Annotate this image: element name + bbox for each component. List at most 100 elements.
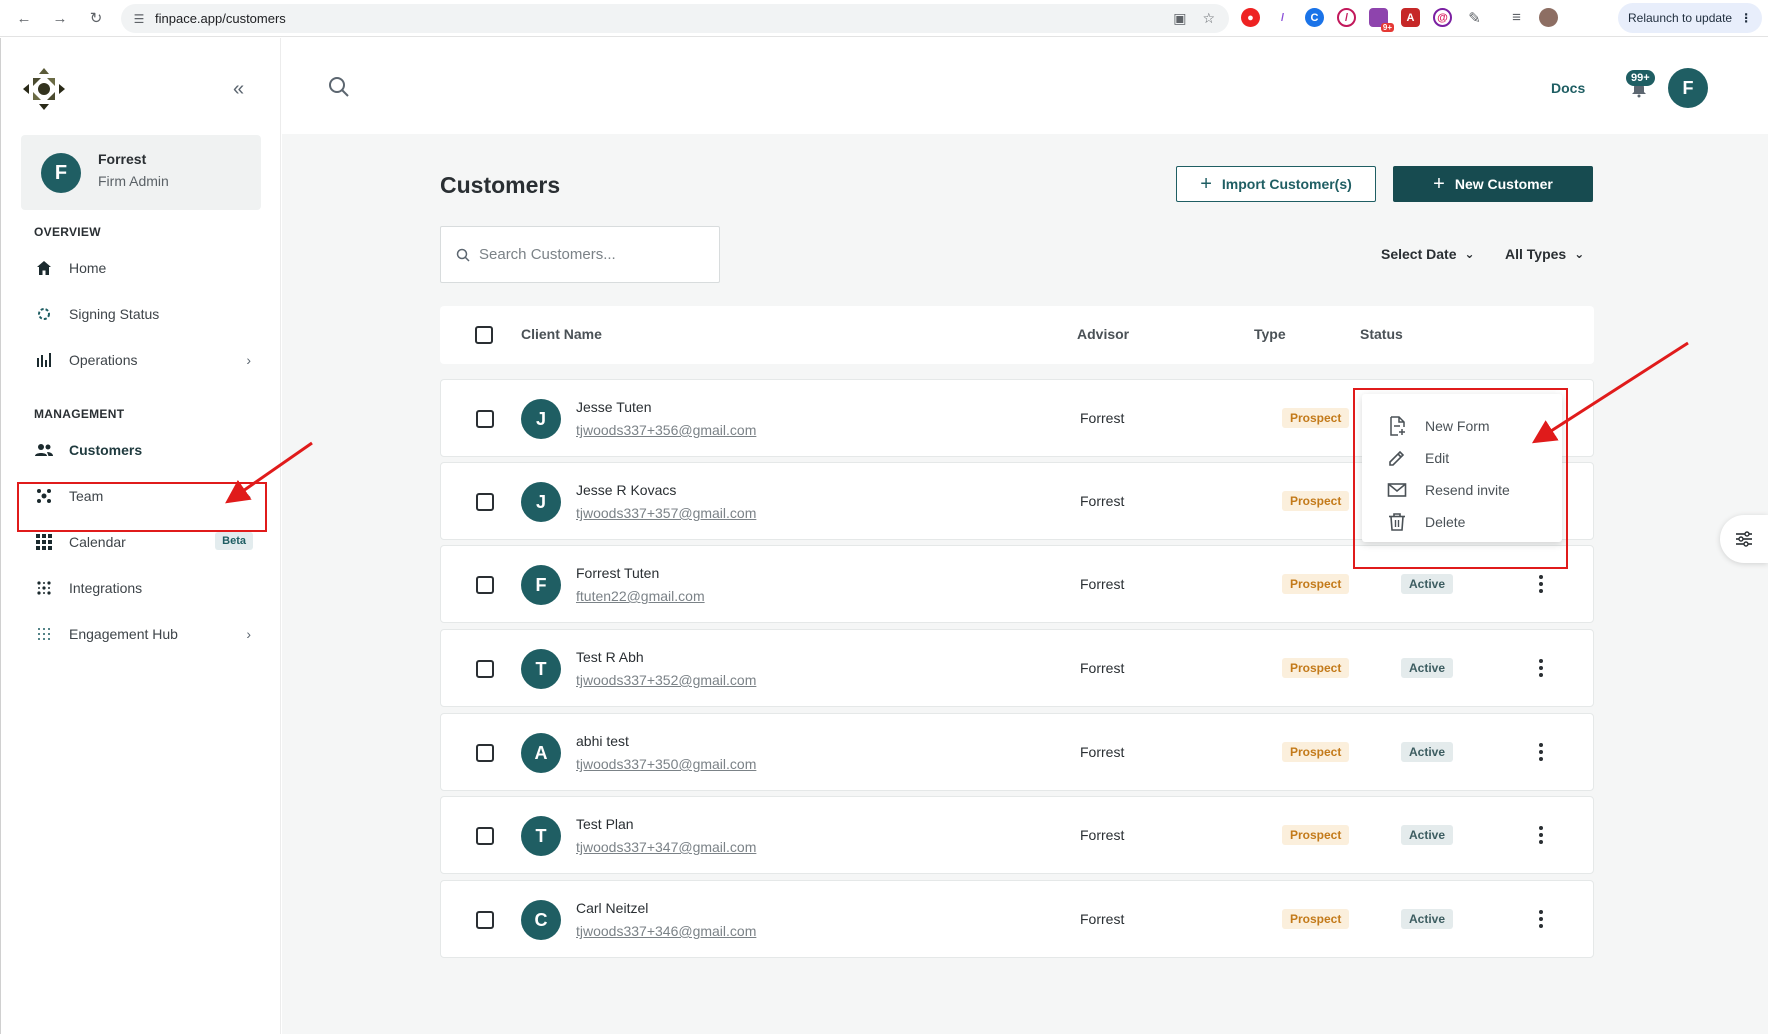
search-customers-input[interactable]: [479, 246, 699, 263]
forward-icon[interactable]: →: [49, 7, 71, 29]
avatar: J: [521, 482, 561, 522]
import-customers-button[interactable]: + Import Customer(s): [1176, 166, 1376, 202]
beta-badge: Beta: [215, 532, 253, 550]
reload-icon[interactable]: ↻: [85, 7, 107, 29]
badge-extension-icon[interactable]: 9+: [1369, 8, 1394, 32]
adblock-extension-icon[interactable]: ●: [1241, 8, 1260, 27]
grid-icon: [35, 533, 53, 551]
profile-card[interactable]: F Forrest Firm Admin: [21, 135, 261, 210]
browser-toolbar: ← → ↻ ☰ finpace.app/customers ▣ ☆ ● / C …: [0, 0, 1768, 37]
status-badge: Active: [1401, 825, 1454, 845]
advisor-name: Forrest: [1080, 410, 1125, 426]
client-name: Test Plan: [576, 816, 634, 832]
type-badge: Prospect: [1282, 909, 1350, 929]
address-bar[interactable]: ☰ finpace.app/customers ▣ ☆: [121, 4, 1229, 33]
install-app-icon[interactable]: ▣: [1173, 10, 1186, 27]
users-icon: [35, 441, 53, 459]
client-email-link[interactable]: tjwoods337+350@gmail.com: [576, 756, 756, 772]
top-header: Docs 99+ F: [282, 38, 1768, 134]
search-customers-field[interactable]: [440, 226, 720, 283]
table-row[interactable]: A abhi test tjwoods337+350@gmail.com For…: [440, 713, 1594, 791]
profile-picture-icon[interactable]: [1539, 8, 1558, 27]
extension-badge: 9+: [1380, 23, 1394, 32]
relaunch-button[interactable]: Relaunch to update ⋮: [1618, 3, 1762, 33]
advisor-name: Forrest: [1080, 911, 1125, 927]
row-checkbox[interactable]: [476, 493, 494, 511]
status-badge: Active: [1401, 574, 1454, 594]
status-badge: Active: [1401, 909, 1454, 929]
pdf-extension-icon[interactable]: A: [1401, 8, 1420, 27]
select-all-checkbox[interactable]: [475, 326, 493, 344]
column-client-name[interactable]: Client Name: [521, 326, 602, 342]
search-icon[interactable]: [328, 76, 350, 98]
column-advisor[interactable]: Advisor: [1077, 326, 1129, 342]
client-email-link[interactable]: tjwoods337+347@gmail.com: [576, 839, 756, 855]
avatar: T: [521, 649, 561, 689]
select-date-dropdown[interactable]: Select Date ⌄: [1381, 246, 1475, 262]
client-name: Jesse R Kovacs: [576, 482, 677, 498]
row-actions-menu-icon[interactable]: [1535, 572, 1547, 596]
client-email-link[interactable]: tjwoods337+357@gmail.com: [576, 505, 756, 521]
media-list-icon[interactable]: ≡: [1507, 8, 1526, 27]
sidebar-item-label: Calendar: [69, 534, 126, 550]
avatar: C: [521, 900, 561, 940]
sidebar-item-label: Integrations: [69, 580, 143, 596]
back-icon[interactable]: ←: [13, 7, 35, 29]
type-badge: Prospect: [1282, 491, 1350, 511]
puzzle-extension-icon[interactable]: ✎: [1465, 8, 1484, 27]
status-badge: Active: [1401, 742, 1454, 762]
pen-extension-icon[interactable]: /: [1273, 8, 1292, 27]
extensions-bar: ● / C / 9+ A @ ✎ ≡: [1241, 8, 1558, 32]
new-customer-button[interactable]: + New Customer: [1393, 166, 1593, 202]
row-actions-menu-icon[interactable]: [1535, 907, 1547, 931]
table-row[interactable]: T Test R Abh tjwoods337+352@gmail.com Fo…: [440, 629, 1594, 707]
advisor-name: Forrest: [1080, 493, 1125, 509]
type-badge: Prospect: [1282, 742, 1350, 762]
site-settings-icon[interactable]: ☰: [132, 12, 146, 26]
table-row[interactable]: T Test Plan tjwoods337+347@gmail.com For…: [440, 796, 1594, 874]
row-checkbox[interactable]: [476, 410, 494, 428]
row-checkbox[interactable]: [476, 827, 494, 845]
table-row[interactable]: C Carl Neitzel tjwoods337+346@gmail.com …: [440, 880, 1594, 958]
user-avatar[interactable]: F: [1668, 68, 1708, 108]
type-badge: Prospect: [1282, 825, 1350, 845]
row-checkbox[interactable]: [476, 660, 494, 678]
customize-panel-button[interactable]: [1720, 515, 1768, 563]
blue-extension-icon[interactable]: C: [1305, 8, 1324, 27]
sidebar-item-signing-status[interactable]: Signing Status: [21, 294, 261, 334]
block-extension-icon[interactable]: /: [1337, 8, 1356, 27]
import-customers-label: Import Customer(s): [1221, 176, 1352, 192]
all-types-dropdown[interactable]: All Types ⌄: [1505, 246, 1584, 262]
sidebar-item-customers[interactable]: Customers: [21, 430, 261, 470]
sidebar-item-home[interactable]: Home: [21, 248, 261, 288]
collapse-sidebar-icon[interactable]: «: [233, 78, 244, 101]
sidebar-item-operations[interactable]: Operations ›: [21, 340, 261, 380]
avatar: F: [521, 565, 561, 605]
column-status[interactable]: Status: [1360, 326, 1403, 342]
client-email-link[interactable]: tjwoods337+346@gmail.com: [576, 923, 756, 939]
row-actions-menu-icon[interactable]: [1535, 656, 1547, 680]
sidebar-item-label: Customers: [69, 442, 143, 458]
chevron-right-icon: ›: [246, 352, 251, 368]
row-checkbox[interactable]: [476, 911, 494, 929]
all-types-label: All Types: [1505, 246, 1567, 262]
advisor-name: Forrest: [1080, 827, 1125, 843]
client-email-link[interactable]: tjwoods337+356@gmail.com: [576, 422, 756, 438]
row-actions-menu-icon[interactable]: [1535, 823, 1547, 847]
address-url[interactable]: finpace.app/customers: [155, 11, 286, 26]
row-actions-menu-icon[interactable]: [1535, 740, 1547, 764]
bookmark-star-icon[interactable]: ☆: [1202, 10, 1215, 27]
select-date-label: Select Date: [1381, 246, 1457, 262]
column-type[interactable]: Type: [1254, 326, 1286, 342]
type-badge: Prospect: [1282, 574, 1350, 594]
row-checkbox[interactable]: [476, 744, 494, 762]
client-email-link[interactable]: tjwoods337+352@gmail.com: [576, 672, 756, 688]
bar-chart-icon: [35, 351, 53, 369]
search-icon: [456, 248, 470, 262]
sidebar-item-engagement-hub[interactable]: Engagement Hub ›: [21, 614, 261, 654]
docs-link[interactable]: Docs: [1551, 80, 1585, 96]
sidebar-item-integrations[interactable]: Integrations: [21, 568, 261, 608]
spiral-extension-icon[interactable]: @: [1433, 8, 1452, 27]
row-checkbox[interactable]: [476, 576, 494, 594]
client-email-link[interactable]: ftuten22@gmail.com: [576, 588, 705, 604]
